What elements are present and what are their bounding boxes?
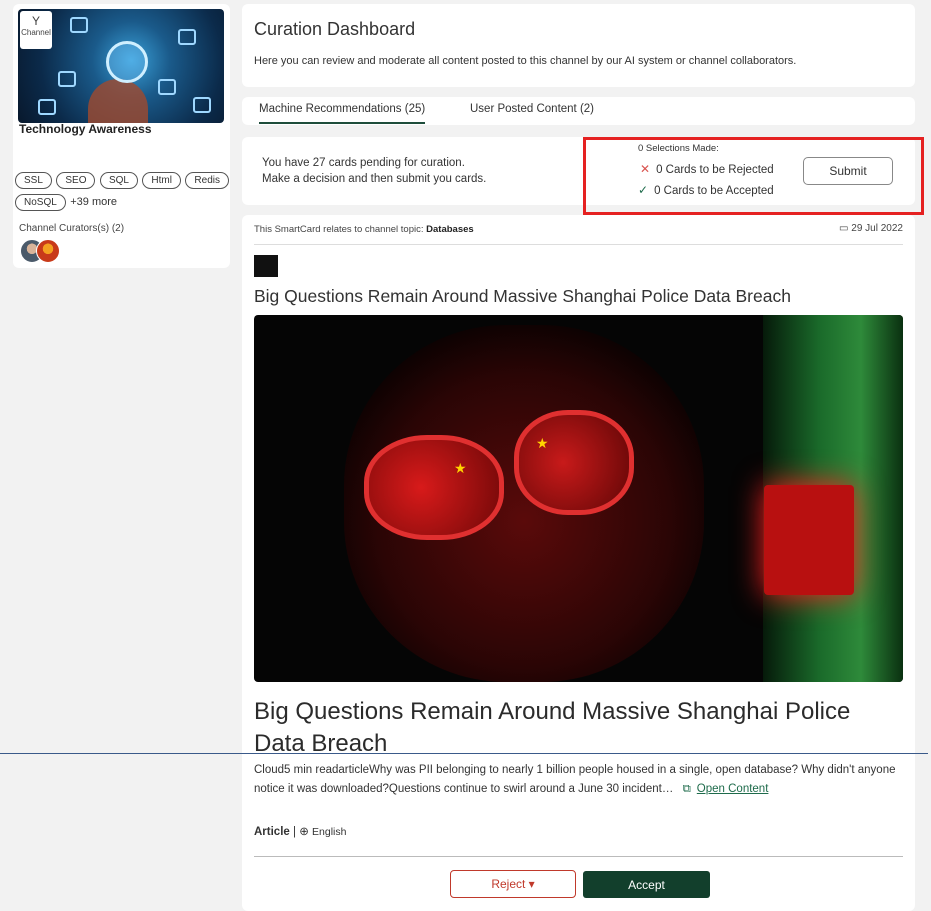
- selections-title: 0 Selections Made:: [638, 143, 719, 154]
- network-node-icon: [178, 29, 196, 45]
- calendar-icon: ▭: [839, 223, 849, 234]
- smartcard: This SmartCard relates to channel topic:…: [242, 215, 915, 911]
- article-headline: Big Questions Remain Around Massive Shan…: [254, 698, 851, 757]
- network-node-icon: [38, 99, 56, 115]
- content-type: Article: [254, 826, 290, 838]
- page-description: Here you can review and moderate all con…: [254, 55, 797, 67]
- divider: [254, 856, 903, 857]
- open-content-link[interactable]: Open Content: [697, 783, 769, 795]
- tag-chip[interactable]: SQL: [99, 172, 138, 189]
- channel-title: Technology Awareness: [19, 122, 152, 136]
- channel-badge: Y Channel: [20, 11, 52, 49]
- source-logo[interactable]: [254, 255, 278, 277]
- tag-chip[interactable]: Redis: [185, 172, 229, 189]
- network-node-icon: [70, 17, 88, 33]
- tag-chip[interactable]: Html: [142, 172, 181, 189]
- network-node-icon: [193, 97, 211, 113]
- tab-label: User Posted Content (2): [470, 103, 595, 115]
- hero-glasses-right: [514, 410, 634, 515]
- horizontal-guide-line: [0, 753, 928, 754]
- curators-label: Channel Curators(s) (2): [19, 223, 125, 234]
- rejected-count-label: 0 Cards to be Rejected: [656, 164, 774, 176]
- tag-list: SSL SEO SQL Html Redis NoSQL +39 more: [15, 170, 229, 214]
- tab-label: Machine Recommendations (25): [259, 103, 426, 115]
- reject-button[interactable]: Reject ▾: [450, 870, 576, 898]
- cover-hand-shape: [88, 79, 148, 123]
- globe-icon: ⊕: [299, 826, 309, 838]
- tag-chip[interactable]: NoSQL: [15, 194, 66, 211]
- channel-branch-icon: Y: [31, 14, 40, 28]
- flag-star-icon: ★: [454, 460, 467, 476]
- topic-line: This SmartCard relates to channel topic:…: [254, 224, 474, 235]
- tag-chip[interactable]: SSL: [15, 172, 52, 189]
- check-icon: ✓: [638, 183, 649, 197]
- card-title[interactable]: Big Questions Remain Around Massive Shan…: [254, 286, 791, 307]
- page-title: Curation Dashboard: [254, 19, 416, 39]
- meta-separator: |: [293, 826, 296, 838]
- hero-glasses-left: [364, 435, 504, 540]
- tag-chip[interactable]: SEO: [56, 172, 96, 189]
- external-link-icon[interactable]: ⧉: [683, 783, 691, 795]
- network-node-icon: [58, 71, 76, 87]
- cloud-icon: [106, 41, 148, 83]
- accept-button[interactable]: Accept: [583, 871, 710, 898]
- close-icon: ✕: [640, 162, 651, 176]
- article-summary: Cloud5 min readarticleWhy was PII belong…: [254, 761, 904, 799]
- topic-prefix: This SmartCard relates to channel topic:: [254, 224, 424, 235]
- avatar[interactable]: [36, 239, 60, 263]
- header-card: Curation Dashboard Here you can review a…: [242, 4, 915, 87]
- tab-machine-recommendations[interactable]: Machine Recommendations (25): [259, 103, 426, 124]
- submit-button[interactable]: Submit: [803, 157, 893, 185]
- rejected-count: ✕ 0 Cards to be Rejected: [640, 162, 774, 176]
- active-tab-indicator: [259, 122, 426, 124]
- summary-text: Cloud5 min readarticleWhy was PII belong…: [254, 764, 896, 795]
- instruction-line: Make a decision and then submit you card…: [262, 173, 487, 185]
- pending-message: You have 27 cards pending for curation. …: [262, 155, 486, 187]
- channel-card: Y Channel Technology Awareness SSL SEO S…: [13, 4, 230, 268]
- tab-bar: Machine Recommendations (25) User Posted…: [242, 97, 915, 125]
- card-date: ▭ 29 Jul 2022: [839, 223, 903, 234]
- channel-badge-label: Channel: [21, 28, 51, 37]
- accepted-count-label: 0 Cards to be Accepted: [654, 185, 774, 197]
- more-tags-link[interactable]: +39 more: [70, 196, 117, 208]
- network-node-icon: [158, 79, 176, 95]
- hero-red-screen: [764, 485, 854, 595]
- tab-user-posted-content[interactable]: User Posted Content (2): [470, 103, 594, 115]
- article-meta: Article | ⊕ English: [254, 824, 347, 838]
- language-label: English: [312, 826, 347, 838]
- topic-name: Databases: [426, 224, 474, 235]
- flag-star-icon: ★: [536, 435, 549, 451]
- curator-avatars: [20, 239, 60, 268]
- article-hero-image[interactable]: ★ ★: [254, 315, 903, 682]
- accepted-count: ✓ 0 Cards to be Accepted: [638, 183, 774, 197]
- date-label: 29 Jul 2022: [851, 223, 903, 234]
- pending-line: You have 27 cards pending for curation.: [262, 157, 465, 169]
- divider: [254, 244, 903, 245]
